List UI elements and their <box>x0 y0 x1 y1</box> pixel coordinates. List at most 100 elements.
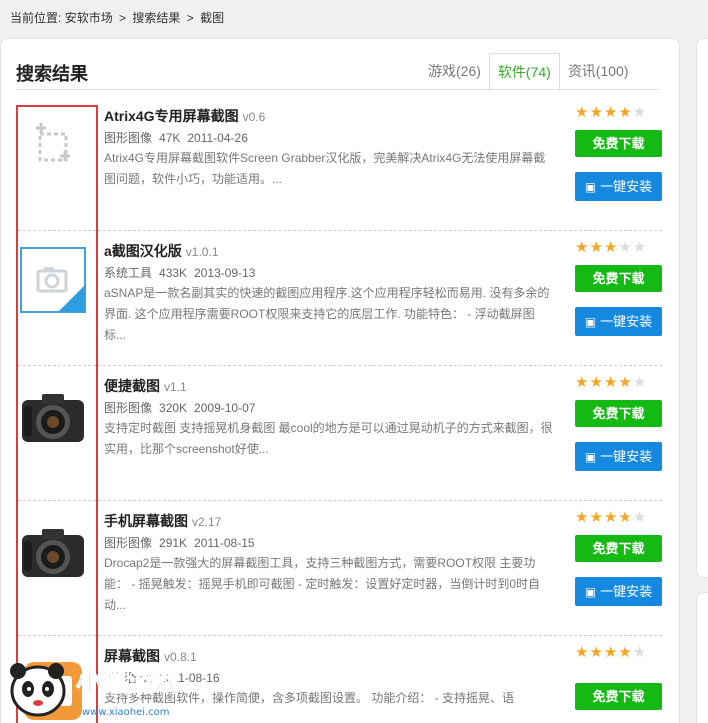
install-label: 一键安装 <box>600 449 653 464</box>
camera-icon[interactable] <box>20 247 86 313</box>
star-icon: ★ <box>603 644 619 661</box>
app-meta: 图形图像 47K 2011-04-26 <box>104 129 255 146</box>
rating-stars: ★★★★★ <box>575 508 647 526</box>
app-description: 支持定时截图 支持摇晃机身截图 最cool的地方是可以通过晃动机子的方式来截图，… <box>104 421 553 456</box>
app-version: v2.17 <box>192 515 222 529</box>
app-name-link[interactable]: 便捷截图 <box>104 378 160 394</box>
free-download-button[interactable]: 免费下载 <box>575 683 662 710</box>
android-icon: ▣ <box>584 315 597 329</box>
list-item: 便捷截图 v1.1 图形图像 320K 2009-10-07 支持定时截图 支持摇晃机… <box>18 366 662 501</box>
app-description: aSNAP是一款名副其实的快速的截图应用程序.这个应用程序轻松而易用. 没有多余… <box>104 286 550 342</box>
page-title: 搜索结果 <box>16 64 88 84</box>
free-download-button[interactable]: 免费下载 <box>575 130 662 157</box>
app-version: v1.1 <box>164 380 187 394</box>
app-date: 2011-08-16 <box>159 671 220 685</box>
install-label: 一键安装 <box>600 584 653 599</box>
crop-icon[interactable] <box>20 100 86 166</box>
free-download-button[interactable]: 免费下载 <box>575 265 662 292</box>
star-icon: ★ <box>575 374 590 391</box>
star-icon: ★ <box>618 374 633 391</box>
breadcrumb-separator: > <box>186 11 194 25</box>
star-icon: ★ <box>575 104 590 121</box>
star-icon: ★ <box>603 509 619 526</box>
app-category: 图形图像 <box>104 536 153 550</box>
side-panel-lower <box>696 592 708 723</box>
app-size: 291K <box>159 536 188 550</box>
one-click-install-button[interactable]: ▣ 一键安装 <box>575 577 662 606</box>
star-empty-icon: ★ <box>632 509 648 526</box>
app-size: 320K <box>159 401 188 415</box>
breadcrumb-prefix: 当前位置: <box>10 11 62 25</box>
star-icon: ★ <box>603 104 619 121</box>
star-icon: ★ <box>618 509 633 526</box>
app-version: v0.6 <box>242 110 266 124</box>
breadcrumb-separator: > <box>119 11 127 25</box>
dslr-camera-icon[interactable] <box>20 521 86 587</box>
app-name-link[interactable]: 手机屏幕截图 <box>104 513 188 529</box>
app-icon[interactable] <box>20 658 86 723</box>
app-version: v1.0.1 <box>185 245 219 259</box>
app-description: Atrix4G专用屏幕截图软件Screen Grabber汉化版，完美解决Atr… <box>104 151 546 186</box>
star-icon: ★ <box>589 509 604 526</box>
app-description: Drocap2是一款强大的屏幕截图工具，支持三种截图方式，需要ROOT权限 主要… <box>104 556 541 612</box>
star-icon: ★ <box>575 239 590 256</box>
star-empty-icon: ★ <box>632 104 648 121</box>
breadcrumb-link-results[interactable]: 搜索结果 <box>132 11 180 25</box>
star-icon: ★ <box>575 509 590 526</box>
side-panel <box>696 38 708 578</box>
star-icon: ★ <box>618 644 633 661</box>
breadcrumb-link-market[interactable]: 安软市场 <box>65 11 113 25</box>
star-icon: ★ <box>589 239 604 256</box>
app-meta: 系统工具 433K 2013-09-13 <box>104 264 262 281</box>
breadcrumb: 当前位置: 安软市场 > 搜索结果 > 截图 <box>10 10 224 26</box>
app-meta: 图形图像 2011-08-16 <box>104 669 227 686</box>
one-click-install-button[interactable]: ▣ 一键安装 <box>575 172 662 201</box>
app-category: 系统工具 <box>104 266 153 280</box>
list-item: 手机屏幕截图 v2.17 图形图像 291K 2011-08-15 Drocap2是一… <box>18 501 662 636</box>
one-click-install-button[interactable]: ▣ 一键安装 <box>575 442 662 471</box>
app-date: 2013-09-13 <box>194 266 256 280</box>
one-click-install-button[interactable]: ▣ 一键安装 <box>575 307 662 336</box>
app-name-link[interactable]: a截图汉化版 <box>104 243 182 259</box>
app-category: 图形图像 <box>104 131 153 145</box>
list-item: Atrix4G专用屏幕截图 v0.6 图形图像 47K 2011-04-26 Atri… <box>18 96 662 231</box>
app-size: 433K <box>159 266 188 280</box>
app-category: 图形图像 <box>104 671 153 685</box>
android-icon: ▣ <box>584 585 597 599</box>
star-empty-icon: ★ <box>632 644 648 661</box>
app-name-link[interactable]: 屏幕截图 <box>104 648 160 664</box>
android-icon: ▣ <box>584 180 597 194</box>
star-icon: ★ <box>589 104 604 121</box>
star-icon: ★ <box>589 644 604 661</box>
install-label: 一键安装 <box>600 179 653 194</box>
star-empty-icon: ★ <box>618 239 633 256</box>
tab-software[interactable]: 软件(74) <box>488 53 560 91</box>
rating-stars: ★★★★★ <box>575 238 647 256</box>
app-version: v0.8.1 <box>164 650 197 664</box>
list-item: a截图汉化版 v1.0.1 系统工具 433K 2013-09-13 aSNAP是一款… <box>18 231 662 366</box>
dslr-camera-icon[interactable] <box>20 386 86 452</box>
tab-games[interactable]: 游戏(26) <box>420 53 489 90</box>
rating-stars: ★★★★★ <box>575 103 647 121</box>
app-date: 2011-04-26 <box>187 131 248 145</box>
breadcrumb-current: 截图 <box>200 11 225 25</box>
rating-stars: ★★★★★ <box>575 643 647 661</box>
star-empty-icon: ★ <box>632 239 648 256</box>
android-icon: ▣ <box>584 450 597 464</box>
star-icon: ★ <box>603 374 619 391</box>
star-empty-icon: ★ <box>632 374 648 391</box>
list-item: 屏幕截图 v0.8.1 图形图像 2011-08-16 支持多种截图软件，操作简便，… <box>18 636 662 723</box>
app-meta: 图形图像 291K 2011-08-15 <box>104 534 262 551</box>
tab-divider <box>16 89 659 90</box>
free-download-button[interactable]: 免费下载 <box>575 535 662 562</box>
app-meta: 图形图像 320K 2009-10-07 <box>104 399 262 416</box>
tab-news[interactable]: 资讯(100) <box>560 53 637 90</box>
app-name-link[interactable]: Atrix4G专用屏幕截图 <box>104 108 239 124</box>
star-icon: ★ <box>589 374 604 391</box>
app-category: 图形图像 <box>104 401 153 415</box>
free-download-button[interactable]: 免费下载 <box>575 400 662 427</box>
star-icon: ★ <box>603 239 619 256</box>
app-description: 支持多种截图软件，操作简便，含多项截图设置。 功能介绍： - 支持摇晃、语 <box>104 691 515 705</box>
rating-stars: ★★★★★ <box>575 373 647 391</box>
star-icon: ★ <box>575 644 590 661</box>
